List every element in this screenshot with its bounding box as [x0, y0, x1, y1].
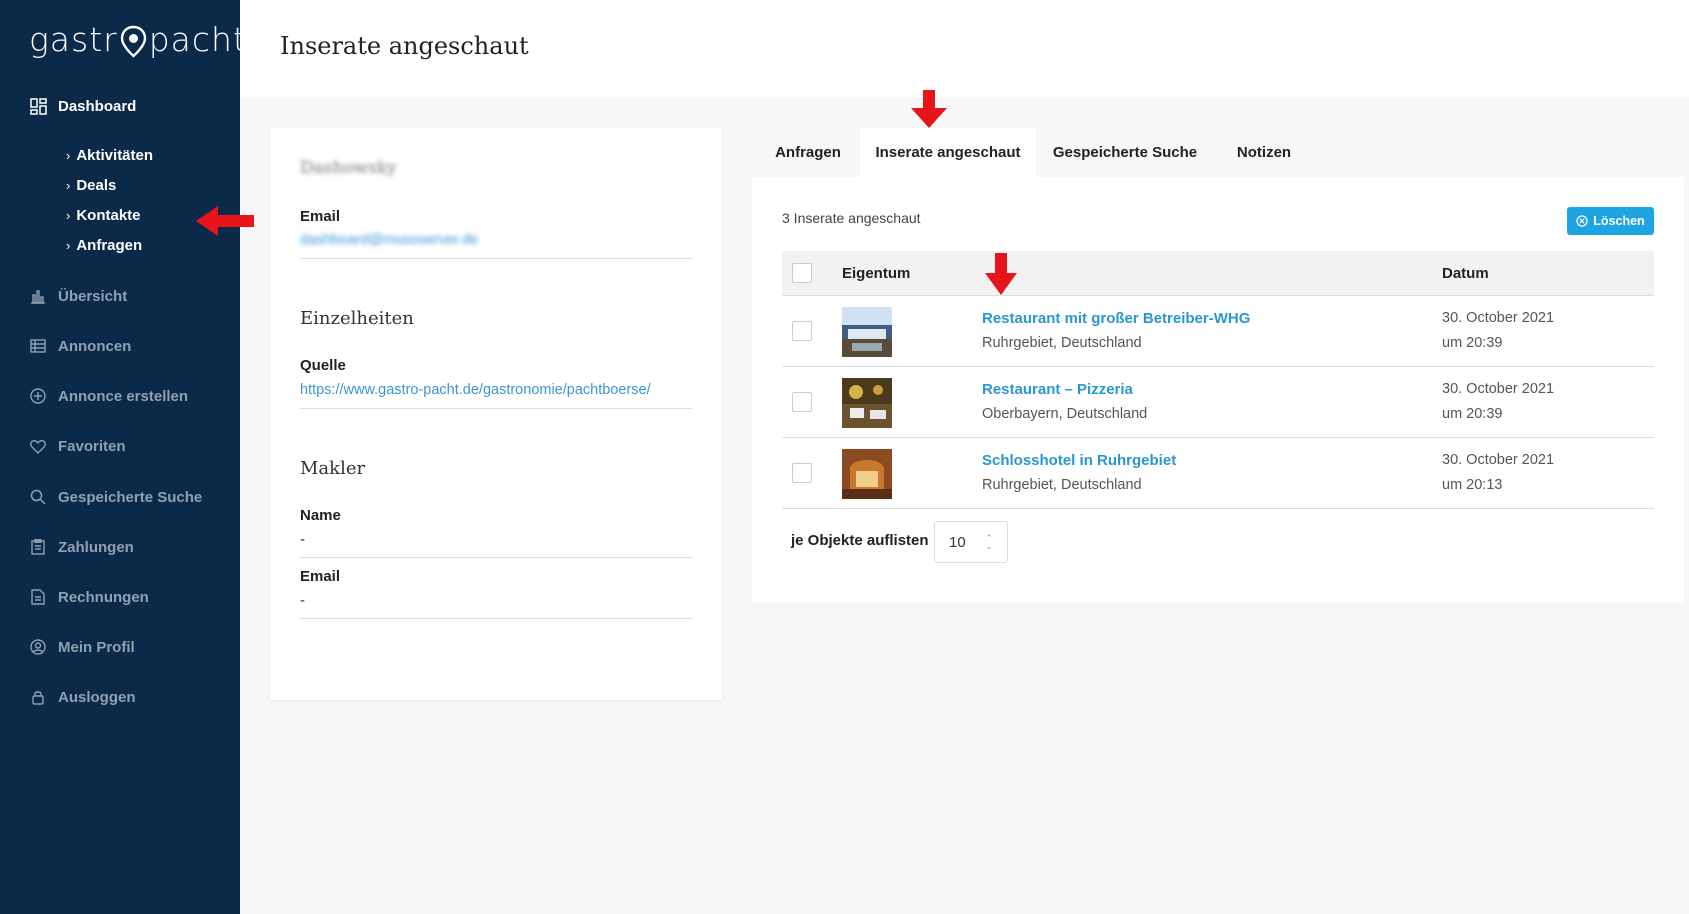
listing-thumbnail[interactable]: [842, 378, 892, 428]
row-checkbox[interactable]: [792, 392, 812, 412]
dashboard-icon: [29, 97, 47, 115]
divider: [300, 618, 692, 619]
listing-location: Ruhrgebiet, Deutschland: [982, 477, 1142, 493]
nav-mein-profil[interactable]: Mein Profil: [29, 638, 135, 656]
clipboard-icon: [29, 538, 47, 556]
listing-thumbnail[interactable]: [842, 449, 892, 499]
up-down-chevron-icon: ⌃ ⌄: [985, 533, 993, 551]
nav-annonce-erstellen[interactable]: Annonce erstellen: [29, 387, 188, 405]
chevron-right-icon: ›: [66, 208, 71, 223]
broker-name-label: Name: [300, 507, 341, 524]
listing-title-link[interactable]: Schlosshotel in Ruhrgebiet: [982, 452, 1176, 469]
details-section-title: Einzelheiten: [300, 308, 414, 329]
broker-email-label: Email: [300, 568, 341, 585]
listing-location: Oberbayern, Deutschland: [982, 406, 1148, 422]
sidebar: gastr pacht Dashboard › Aktivitäten › Deal…: [0, 0, 246, 914]
divider: [300, 258, 692, 259]
listing-thumbnail[interactable]: [842, 307, 892, 357]
table-row: Schlosshotel in Ruhrgebiet Ruhrgebiet, D…: [782, 438, 1654, 509]
select-all-checkbox[interactable]: [792, 263, 812, 283]
nav-gespeicherte-suche[interactable]: Gespeicherte Suche: [29, 488, 202, 506]
nav-uebersicht[interactable]: Übersicht: [29, 287, 127, 305]
lock-icon: [29, 688, 47, 706]
nav-rechnungen[interactable]: Rechnungen: [29, 588, 149, 606]
annotation-arrow-down-icon: [911, 90, 947, 128]
location-pin-icon: [120, 25, 147, 58]
annotation-arrow-left-icon: [196, 206, 254, 236]
table-header: Eigentum Datum: [782, 251, 1654, 296]
listing-title-link[interactable]: Restaurant mit großer Betreiber-WHG: [982, 310, 1250, 327]
annotation-arrow-down-icon: [985, 253, 1017, 295]
nav-sub-aktivitaeten[interactable]: › Aktivitäten: [66, 147, 153, 164]
nav-dashboard[interactable]: Dashboard: [29, 97, 136, 115]
nav-zahlungen[interactable]: Zahlungen: [29, 538, 134, 556]
divider: [300, 408, 692, 409]
table-row: Restaurant – Pizzeria Oberbayern, Deutsc…: [782, 367, 1654, 438]
nav-sub-anfragen[interactable]: › Anfragen: [66, 237, 142, 254]
delete-button[interactable]: Löschen: [1567, 207, 1654, 235]
top-header: Inserate angeschaut: [240, 0, 1689, 98]
table-row: Restaurant mit großer Betreiber-WHG Ruhr…: [782, 296, 1654, 367]
source-label: Quelle: [300, 357, 346, 374]
divider: [300, 557, 692, 558]
per-page-label: je Objekte auflisten: [791, 532, 929, 549]
chevron-right-icon: ›: [66, 148, 71, 163]
search-icon: [29, 488, 47, 506]
broker-section-title: Makler: [300, 458, 366, 479]
listing-time: um 20:39: [1442, 406, 1503, 422]
bar-chart-icon: [29, 287, 47, 305]
nav-annoncen[interactable]: Annoncen: [29, 337, 131, 355]
broker-email-value: -: [300, 592, 305, 609]
nav-favoriten[interactable]: Favoriten: [29, 437, 126, 455]
listings-icon: [29, 337, 47, 355]
contact-email-link[interactable]: dashboard@musoserver.de: [300, 232, 478, 248]
broker-name-value: -: [300, 531, 305, 548]
gastropacht-logo[interactable]: gastr pacht: [29, 20, 247, 59]
email-label: Email: [300, 208, 341, 225]
col-property: Eigentum: [842, 265, 911, 282]
tab-inserate-angeschaut[interactable]: Inserate angeschaut: [860, 128, 1036, 177]
per-page-select[interactable]: 10 ⌃ ⌄: [934, 521, 1008, 563]
row-checkbox[interactable]: [792, 321, 812, 341]
listing-date: 30. October 2021: [1442, 452, 1555, 468]
nav-ausloggen[interactable]: Ausloggen: [29, 688, 136, 706]
chevron-right-icon: ›: [66, 238, 71, 253]
source-link[interactable]: https://www.gastro-pacht.de/gastronomie/…: [300, 382, 651, 398]
listing-location: Ruhrgebiet, Deutschland: [982, 335, 1142, 351]
viewed-listings-panel: 3 Inserate angeschaut Löschen Eigentum D…: [752, 177, 1684, 603]
close-circle-icon: [1576, 215, 1588, 227]
contact-name: Dashowsky: [300, 158, 397, 178]
listing-title-link[interactable]: Restaurant – Pizzeria: [982, 381, 1133, 398]
plus-circle-icon: [29, 387, 47, 405]
page-title: Inserate angeschaut: [280, 32, 529, 60]
listing-date: 30. October 2021: [1442, 381, 1555, 397]
nav-sub-deals[interactable]: › Deals: [66, 177, 116, 194]
tab-gespeicherte-suche[interactable]: Gespeicherte Suche: [1036, 128, 1214, 177]
heart-icon: [29, 437, 47, 455]
listing-time: um 20:13: [1442, 477, 1503, 493]
viewed-count: 3 Inserate angeschaut: [782, 210, 921, 226]
tab-anfragen[interactable]: Anfragen: [756, 128, 860, 177]
chevron-right-icon: ›: [66, 178, 71, 193]
nav-sub-kontakte[interactable]: › Kontakte: [66, 207, 141, 224]
listing-date: 30. October 2021: [1442, 310, 1555, 326]
listing-time: um 20:39: [1442, 335, 1503, 351]
user-icon: [29, 638, 47, 656]
row-checkbox[interactable]: [792, 463, 812, 483]
contact-details-card: Dashowsky Email dashboard@musoserver.de …: [270, 128, 722, 700]
invoice-icon: [29, 588, 47, 606]
col-date: Datum: [1442, 265, 1489, 282]
tab-notizen[interactable]: Notizen: [1214, 128, 1314, 177]
